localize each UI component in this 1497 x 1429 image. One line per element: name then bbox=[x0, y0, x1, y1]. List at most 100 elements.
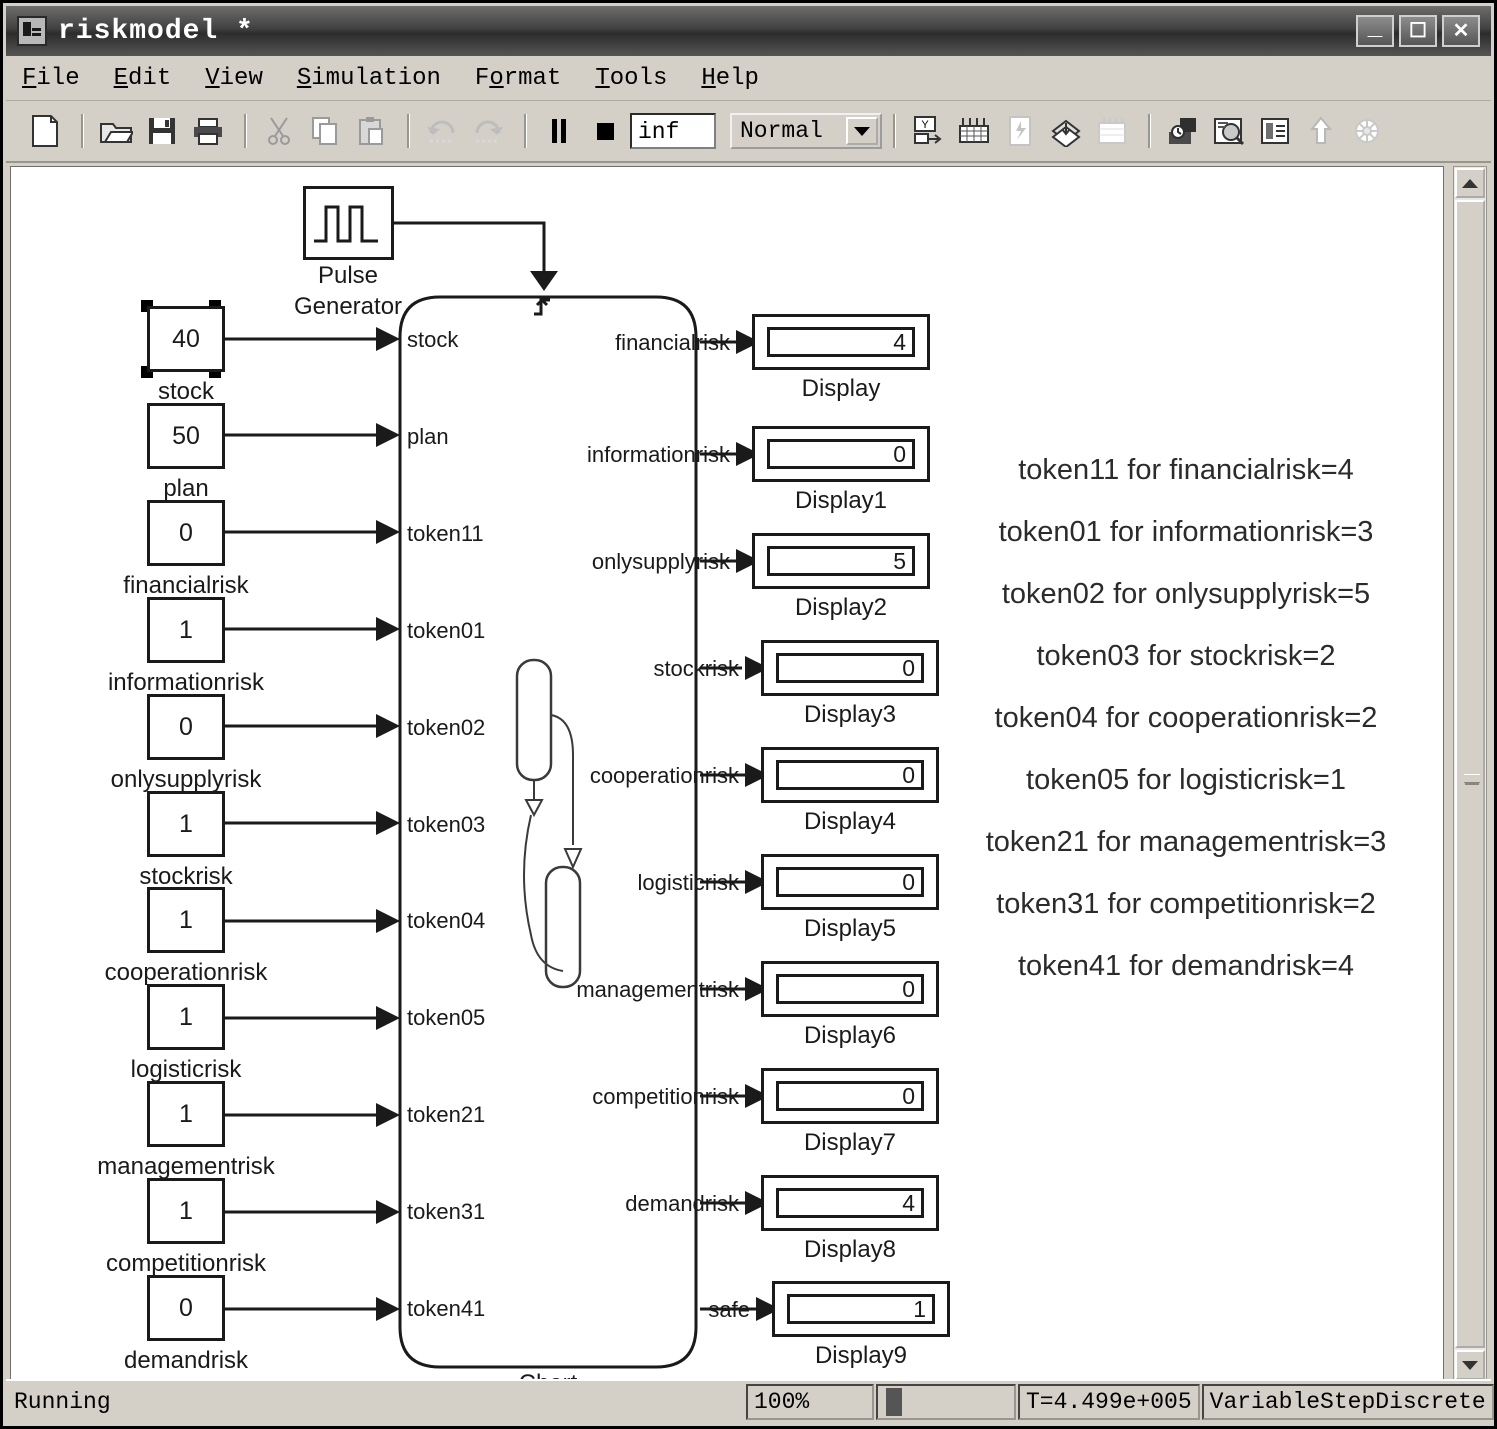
pause-icon[interactable] bbox=[538, 110, 580, 152]
chart-output-port-logisticrisk: logisticrisk bbox=[637, 870, 739, 895]
chart-input-port-token05: token05 bbox=[407, 1005, 486, 1030]
redo-icon[interactable] bbox=[467, 110, 509, 152]
window-title: riskmodel * bbox=[58, 15, 254, 47]
help-icon[interactable] bbox=[1346, 110, 1388, 152]
annotation-8[interactable]: token31 for competitionrisk=2 bbox=[951, 888, 1421, 921]
constant-block-onlysupplyrisk[interactable]: 0 bbox=[147, 694, 225, 760]
annotation-7[interactable]: token21 for managementrisk=3 bbox=[951, 826, 1421, 859]
constant-block-demandrisk[interactable]: 0 bbox=[147, 1275, 225, 1341]
svg-text:Y: Y bbox=[921, 119, 929, 131]
constant-block-stock[interactable]: 40 bbox=[147, 306, 225, 372]
simulation-mode-select[interactable]: Normal bbox=[730, 113, 882, 149]
open-model-icon[interactable] bbox=[95, 110, 137, 152]
menu-simulation[interactable]: Simulation bbox=[297, 65, 441, 92]
solver-name: VariableStepDiscrete bbox=[1201, 1384, 1494, 1420]
chart-output-port-competitionrisk: competitionrisk bbox=[592, 1084, 739, 1109]
display-value-Display6: 0 bbox=[776, 974, 924, 1004]
update-diagram-icon[interactable] bbox=[999, 110, 1041, 152]
display-label-Display1: Display1 bbox=[794, 487, 888, 514]
scroll-down-button[interactable] bbox=[1455, 1350, 1485, 1380]
constant-block-plan[interactable]: 50 bbox=[147, 403, 225, 469]
annotation-3[interactable]: token02 for onlysupplyrisk=5 bbox=[951, 578, 1421, 611]
stop-icon[interactable] bbox=[584, 110, 626, 152]
annotation-9[interactable]: token41 for demandrisk=4 bbox=[951, 950, 1421, 983]
progress-indicator bbox=[876, 1384, 1016, 1420]
constant-label-onlysupplyrisk: onlysupplyrisk bbox=[110, 766, 262, 793]
display-value-Display9: 1 bbox=[787, 1294, 935, 1324]
scroll-up-button[interactable] bbox=[1455, 168, 1485, 198]
cut-icon[interactable] bbox=[258, 110, 300, 152]
display-block-Display4[interactable]: 0 bbox=[761, 747, 939, 803]
constant-block-cooperationrisk[interactable]: 1 bbox=[147, 887, 225, 953]
display-value-Display5: 0 bbox=[776, 867, 924, 897]
chart-input-port-plan: plan bbox=[407, 424, 449, 449]
chart-input-port-token41: token41 bbox=[407, 1296, 486, 1321]
display-block-Display7[interactable]: 0 bbox=[761, 1068, 939, 1124]
menu-view[interactable]: View bbox=[205, 65, 263, 92]
copy-icon[interactable] bbox=[304, 110, 346, 152]
constant-label-managementrisk: managementrisk bbox=[97, 1153, 275, 1180]
go-up-icon[interactable] bbox=[1300, 110, 1342, 152]
display-block-Display8[interactable]: 4 bbox=[761, 1175, 939, 1231]
constant-label-stock: stock bbox=[157, 378, 214, 405]
display-block-Display5[interactable]: 0 bbox=[761, 854, 939, 910]
model-explorer-icon[interactable] bbox=[953, 110, 995, 152]
constant-block-competitionrisk[interactable]: 1 bbox=[147, 1178, 225, 1244]
new-model-icon[interactable] bbox=[24, 110, 66, 152]
annotation-4[interactable]: token03 for stockrisk=2 bbox=[951, 640, 1421, 673]
menu-help[interactable]: Help bbox=[701, 65, 759, 92]
chart-input-port-token31: token31 bbox=[407, 1199, 486, 1224]
print-icon[interactable] bbox=[187, 110, 229, 152]
constant-label-competitionrisk: competitionrisk bbox=[105, 1250, 267, 1277]
chart-output-port-cooperationrisk: cooperationrisk bbox=[589, 763, 739, 788]
vertical-scrollbar[interactable] bbox=[1453, 166, 1487, 1382]
annotation-1[interactable]: token11 for financialrisk=4 bbox=[951, 454, 1421, 487]
model-advisor-icon[interactable] bbox=[1208, 110, 1250, 152]
status-bar: Running 100% T=4.499e+005 VariableStepDi… bbox=[6, 1379, 1494, 1423]
annotation-2[interactable]: token01 for informationrisk=3 bbox=[951, 516, 1421, 549]
zoom-level: 100% bbox=[746, 1384, 874, 1420]
paste-icon[interactable] bbox=[350, 110, 392, 152]
menu-edit[interactable]: Edit bbox=[114, 65, 172, 92]
constant-label-financialrisk: financialrisk bbox=[123, 572, 249, 599]
debug-icon[interactable] bbox=[1162, 110, 1204, 152]
minimize-button[interactable]: _ bbox=[1356, 12, 1394, 47]
display-block-Display6[interactable]: 0 bbox=[761, 961, 939, 1017]
toolbar-separator bbox=[524, 114, 527, 148]
menu-file[interactable]: File bbox=[22, 65, 80, 92]
model-canvas[interactable]: Pulse Generator 40 stock 50 plan 0 financialr… bbox=[10, 166, 1444, 1384]
menu-format[interactable]: Format bbox=[475, 65, 561, 92]
display-block-Display1[interactable]: 0 bbox=[752, 426, 930, 482]
model-configuration-icon[interactable] bbox=[1254, 110, 1296, 152]
constant-block-financialrisk[interactable]: 0 bbox=[147, 500, 225, 566]
display-block-Display[interactable]: 4 bbox=[752, 314, 930, 370]
chart-input-port-token03: token03 bbox=[407, 812, 486, 837]
build-model-icon[interactable] bbox=[1045, 110, 1087, 152]
library-browser-icon[interactable]: Y bbox=[907, 110, 949, 152]
annotation-5[interactable]: token04 for cooperationrisk=2 bbox=[951, 702, 1421, 735]
annotation-6[interactable]: token05 for logisticrisk=1 bbox=[951, 764, 1421, 797]
display-label-Display2: Display2 bbox=[794, 594, 888, 621]
scrollbar-thumb[interactable] bbox=[1455, 200, 1485, 1348]
constant-block-informationrisk[interactable]: 1 bbox=[147, 597, 225, 663]
simulation-time: T=4.499e+005 bbox=[1018, 1384, 1200, 1420]
pulse-generator-block[interactable] bbox=[303, 186, 394, 260]
display-block-Display2[interactable]: 5 bbox=[752, 533, 930, 589]
chevron-down-icon[interactable] bbox=[846, 117, 878, 145]
constant-label-logisticrisk: logisticrisk bbox=[130, 1056, 242, 1083]
maximize-button[interactable]: ☐ bbox=[1399, 15, 1437, 47]
save-icon[interactable] bbox=[141, 110, 183, 152]
close-button[interactable]: ✕ bbox=[1442, 15, 1480, 47]
display-label-Display5: Display5 bbox=[803, 915, 897, 942]
constant-block-logisticrisk[interactable]: 1 bbox=[147, 984, 225, 1050]
stop-time-input[interactable]: inf bbox=[630, 113, 716, 149]
display-block-Display9[interactable]: 1 bbox=[772, 1281, 950, 1337]
constant-block-stockrisk[interactable]: 1 bbox=[147, 791, 225, 857]
simulink-icon bbox=[17, 16, 47, 46]
toggle-mask-icon[interactable] bbox=[1091, 110, 1133, 152]
display-block-Display3[interactable]: 0 bbox=[761, 640, 939, 696]
constant-block-managementrisk[interactable]: 1 bbox=[147, 1081, 225, 1147]
menu-tools[interactable]: Tools bbox=[595, 65, 667, 92]
constant-label-plan: plan bbox=[163, 475, 209, 502]
undo-icon[interactable] bbox=[421, 110, 463, 152]
